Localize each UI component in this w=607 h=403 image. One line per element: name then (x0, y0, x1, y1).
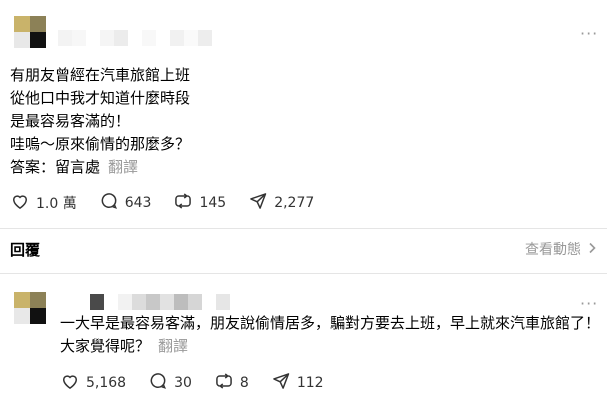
like-button[interactable]: 1.0 萬 (10, 191, 77, 215)
username[interactable] (58, 30, 212, 46)
more-icon[interactable]: ··· (580, 26, 598, 42)
reply-line: 大家覺得呢？ (60, 337, 151, 355)
like-count: 1.0 萬 (36, 196, 77, 212)
comment-icon (148, 371, 168, 395)
reply-comment-button[interactable]: 30 (148, 371, 192, 395)
post-line: 從他口中我才知道什麼時段 (10, 89, 191, 107)
post-line: 哇嗚～原來偷情的那麼多？ (10, 135, 191, 153)
view-activity-link[interactable]: 查看動態 (525, 240, 597, 260)
avatar[interactable] (14, 16, 46, 48)
reply-line: 一大早是最容易客滿，朋友說偷情居多，騙對方要去上班，早上就來汽車旅館了！ (60, 314, 601, 332)
share-icon (248, 191, 268, 215)
chevron-right-icon (587, 240, 597, 260)
comment-count: 643 (124, 195, 152, 211)
comment-button[interactable]: 643 (99, 191, 152, 215)
share-count: 2,277 (274, 195, 315, 211)
reply-like-button[interactable]: 5,168 (60, 371, 126, 395)
heart-icon (60, 371, 80, 395)
answer-line: 答案：留言處 翻譯 (10, 156, 138, 178)
reply-body: 一大早是最容易客滿，朋友說偷情居多，騙對方要去上班，早上就來汽車旅館了！ 大家覺… (60, 312, 600, 358)
replies-title: 回覆 (10, 241, 41, 259)
repost-icon (214, 371, 234, 395)
divider (0, 228, 607, 229)
reply-avatar[interactable] (14, 292, 46, 324)
repost-icon (173, 191, 193, 215)
view-activity-label: 查看動態 (525, 242, 581, 258)
reply-comment-count: 30 (174, 375, 192, 391)
post-actions: 1.0 萬 643 145 2,277 (10, 191, 336, 215)
answer-text: 答案：留言處 (10, 158, 101, 176)
post-line: 是最容易客滿的！ (10, 112, 131, 130)
share-button[interactable]: 2,277 (248, 191, 314, 215)
reply-share-count: 112 (296, 375, 324, 391)
translate-link[interactable]: 翻譯 (108, 158, 138, 176)
post-body: 有朋友曾經在汽車旅館上班 從他口中我才知道什麼時段 是最容易客滿的！ 哇嗚～原來… (10, 64, 190, 156)
reply-repost-count: 8 (239, 375, 249, 391)
reply-line-2: 大家覺得呢？ 翻譯 (60, 335, 600, 358)
share-icon (271, 371, 291, 395)
heart-icon (10, 191, 30, 215)
reply-repost-button[interactable]: 8 (214, 371, 249, 395)
reply-like-count: 5,168 (86, 375, 127, 391)
post-line: 有朋友曾經在汽車旅館上班 (10, 66, 191, 84)
comment-icon (99, 191, 119, 215)
reply-more-icon[interactable]: ··· (580, 296, 598, 312)
reply-actions: 5,168 30 8 112 (60, 371, 346, 395)
repost-count: 145 (199, 195, 227, 211)
reply-share-button[interactable]: 112 (271, 371, 324, 395)
divider (0, 273, 607, 274)
reply-translate-link[interactable]: 翻譯 (158, 337, 188, 355)
reply-username[interactable] (90, 294, 230, 310)
repost-button[interactable]: 145 (173, 191, 226, 215)
